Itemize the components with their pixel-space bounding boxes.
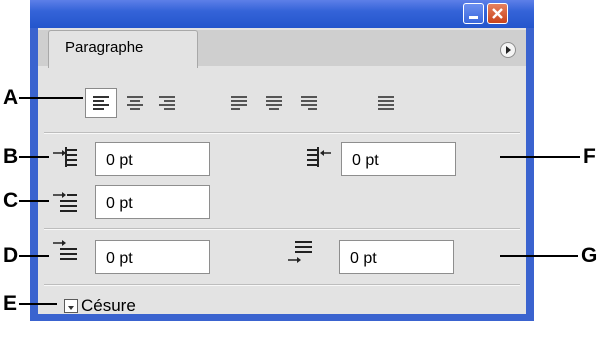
callout-f: F [583,145,596,168]
tab-paragraphe[interactable]: Paragraphe [48,30,198,68]
callout-line-e [19,303,57,305]
paragraph-panel: Paragraphe 0 pt 0 pt 0 pt 0 pt 0 pt Césu… [38,28,526,315]
hyphenation-checkbox[interactable] [64,299,78,313]
justify-all-button[interactable] [370,88,402,118]
section-divider [44,284,520,286]
align-right-icon [159,96,175,110]
right-indent-icon [306,145,332,171]
space-before-field[interactable]: 0 pt [95,240,210,274]
justify-last-left-button[interactable] [223,88,255,118]
hyphenation-label: Césure [81,296,136,315]
panel-menu-arrow-icon [506,46,511,54]
panel-menu-button[interactable] [500,42,516,58]
window-frame-right [526,28,534,321]
close-icon [492,8,503,19]
minimize-button[interactable] [463,3,484,24]
tab-label: Paragraphe [65,39,144,56]
first-line-indent-icon [52,191,78,217]
align-left-button[interactable] [85,88,117,118]
justify-last-center-button[interactable] [258,88,290,118]
section-divider [44,132,520,134]
callout-line-g [500,255,578,257]
justify-last-right-icon [301,96,317,110]
align-right-button[interactable] [151,88,183,118]
first-line-indent-field[interactable]: 0 pt [95,185,210,219]
title-bar[interactable] [30,0,534,28]
callout-line-f [500,156,580,158]
align-center-button[interactable] [119,88,151,118]
section-divider [44,228,520,230]
space-before-icon [52,239,78,265]
space-after-icon [287,239,313,265]
minimize-icon [469,15,478,19]
justify-last-left-icon [231,96,247,110]
justify-last-center-icon [266,96,282,110]
left-indent-field[interactable]: 0 pt [95,142,210,176]
callout-line-b [19,156,49,158]
callout-e: E [3,292,18,315]
align-center-icon [127,96,143,110]
callout-a: A [3,86,19,109]
checkbox-arrow-icon [68,306,74,310]
left-indent-icon [52,145,78,171]
callout-c: C [3,189,19,212]
callout-b: B [3,145,19,168]
justify-last-right-button[interactable] [293,88,325,118]
callout-line-a [19,97,83,99]
callout-line-c [19,200,49,202]
right-indent-field[interactable]: 0 pt [341,142,456,176]
callout-line-d [19,255,49,257]
callout-d: D [3,244,19,267]
close-button[interactable] [487,3,508,24]
callout-g: G [581,244,598,267]
paragraph-palette-window: Paragraphe 0 pt 0 pt 0 pt 0 pt 0 pt Césu… [30,0,534,321]
space-after-field[interactable]: 0 pt [339,240,454,274]
align-left-icon [93,96,109,110]
window-frame-left [30,28,38,321]
justify-all-icon [378,96,394,110]
